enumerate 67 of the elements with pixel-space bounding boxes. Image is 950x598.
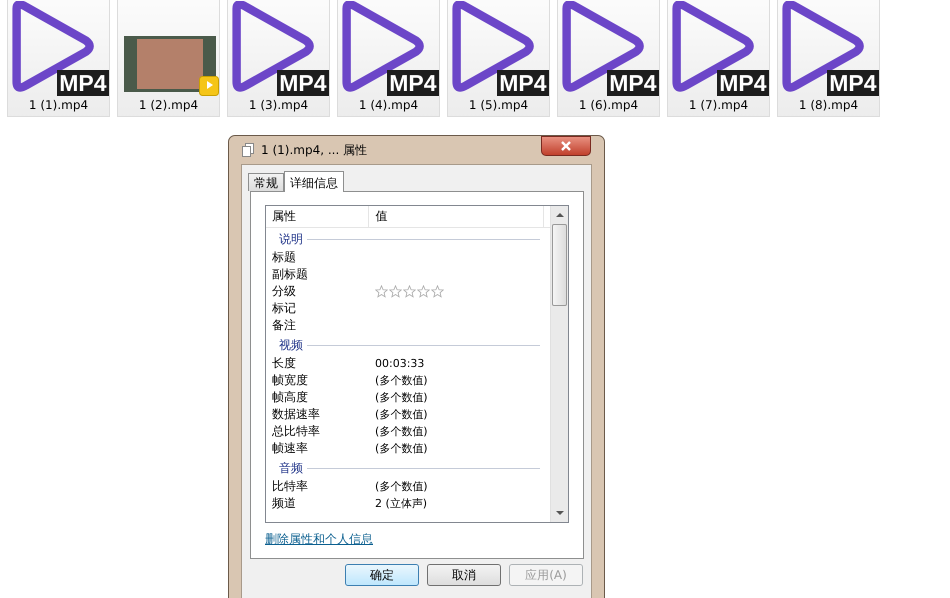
file-name: 1 (3).mp4 [248, 97, 308, 114]
property-name: 帧宽度 [271, 372, 309, 389]
format-label: MP4 [607, 70, 658, 96]
tab[interactable]: 详细信息 [284, 171, 344, 192]
file-tile[interactable]: MP4 1 (8).mp4 [777, 0, 880, 117]
property-name: 帧高度 [271, 389, 309, 406]
star-icon [417, 285, 430, 298]
property-name: 总比特率 [271, 423, 321, 440]
file-tile[interactable]: MP4 1 (6).mp4 [557, 0, 660, 117]
tab[interactable]: 常规 [248, 173, 284, 191]
property-name: 备注 [271, 317, 297, 334]
column-header[interactable]: 值 [369, 206, 544, 227]
property-name: 标题 [271, 249, 297, 266]
group-heading: 视频 [279, 336, 303, 354]
dialog-button[interactable]: 确定 [345, 564, 419, 586]
format-label: MP4 [387, 70, 438, 96]
file-name: 1 (1).mp4 [28, 97, 88, 114]
group-heading: 音频 [279, 460, 303, 476]
format-label: MP4 [57, 70, 108, 96]
file-name: 1 (8).mp4 [798, 97, 858, 114]
property-value: (多个数值) [375, 424, 428, 439]
property-name: 长度 [271, 355, 297, 372]
star-icon [431, 285, 444, 298]
property-name: 标记 [271, 300, 297, 317]
file-tile[interactable]: MP4 1 (1).mp4 [7, 0, 110, 117]
property-value: (多个数值) [375, 390, 428, 405]
property-name: 分级 [271, 283, 297, 300]
close-button[interactable] [541, 136, 591, 156]
property-name: 比特率 [271, 478, 309, 495]
player-badge-icon [198, 76, 218, 96]
file-tile[interactable]: MP4 1 (4).mp4 [337, 0, 440, 117]
dialog-button[interactable]: 取消 [427, 564, 501, 586]
file-tile[interactable]: MP4 1 (3).mp4 [227, 0, 330, 117]
property-name: 帧速率 [271, 440, 309, 457]
column-header[interactable]: 属性 [266, 206, 370, 227]
property-value: 2 (立体声) [375, 496, 428, 511]
file-tile[interactable]: MP4 1 (5).mp4 [447, 0, 550, 117]
format-label: MP4 [827, 70, 878, 96]
property-name: 数据速率 [271, 406, 321, 423]
file-tile[interactable]: 1 (2).mp4 [117, 0, 220, 117]
star-icon [375, 285, 388, 298]
star-icon [403, 285, 416, 298]
photo-placeholder [136, 39, 202, 89]
group-heading: 说明 [279, 230, 303, 248]
window-title: 1 (1).mp4, ... 属性 [261, 142, 368, 158]
file-name: 1 (6).mp4 [578, 97, 638, 114]
close-icon [561, 141, 571, 151]
file-name: 1 (2).mp4 [138, 97, 198, 114]
document-icon [242, 143, 255, 157]
file-tile[interactable]: MP4 1 (7).mp4 [667, 0, 770, 117]
format-label: MP4 [277, 70, 328, 96]
file-name: 1 (5).mp4 [468, 97, 528, 114]
format-label: MP4 [717, 70, 768, 96]
rating-stars[interactable] [375, 285, 444, 298]
star-icon [389, 285, 402, 298]
property-value: (多个数值) [375, 407, 428, 422]
property-value: (多个数值) [375, 441, 428, 456]
remove-properties-link[interactable]: 删除属性和个人信息 [265, 531, 373, 548]
scrollbar[interactable] [550, 206, 568, 522]
property-name: 副标题 [271, 266, 309, 283]
property-value: (多个数值) [375, 373, 428, 388]
file-name: 1 (4).mp4 [358, 97, 418, 114]
property-name: 频道 [271, 495, 297, 512]
property-value: 00:03:33 [375, 357, 424, 370]
file-name: 1 (7).mp4 [688, 97, 748, 114]
property-value: (多个数值) [375, 479, 428, 494]
format-label: MP4 [497, 70, 548, 96]
